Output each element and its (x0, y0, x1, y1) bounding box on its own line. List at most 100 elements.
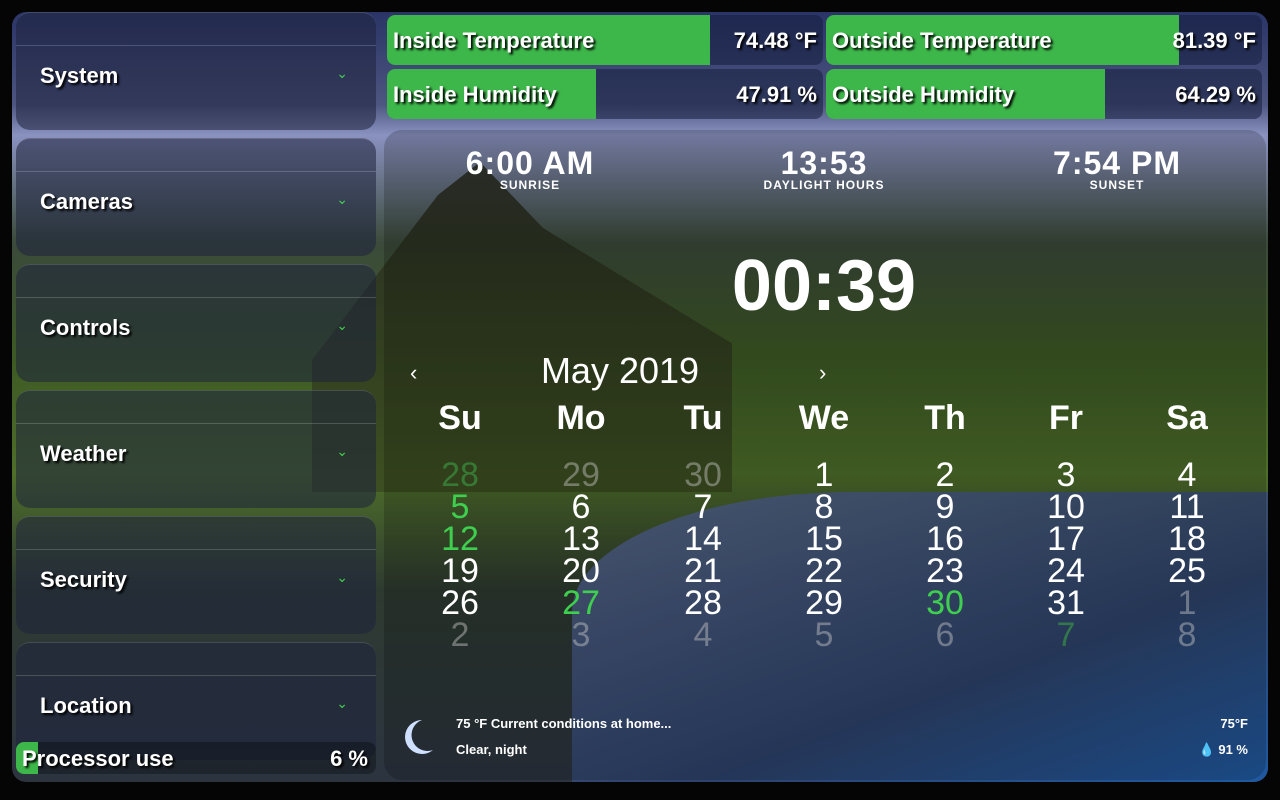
calendar-day[interactable]: 26 (410, 586, 510, 620)
calendar-day[interactable]: 7 (1016, 618, 1116, 652)
chevron-down-icon: ⌄ (336, 317, 348, 333)
sidebar-item-label: System (40, 63, 119, 88)
calendar-day[interactable]: 13 (531, 522, 631, 556)
chevron-down-icon: ⌄ (336, 191, 348, 207)
calendar-day[interactable]: 6 (895, 618, 995, 652)
calendar-day[interactable]: 16 (895, 522, 995, 556)
sunset: 7:54 PM SUNSET (997, 145, 1237, 192)
divider (16, 423, 376, 424)
calendar-day[interactable]: 3 (531, 618, 631, 652)
calendar-day[interactable]: 22 (774, 554, 874, 588)
sidebar-item-security[interactable]: Security ⌄ (16, 516, 376, 634)
chevron-down-icon: ⌄ (336, 695, 348, 711)
chevron-down-icon: ⌄ (336, 569, 348, 585)
weather-humidity: 💧 91 % (1199, 742, 1248, 758)
calendar-day[interactable]: 30 (653, 458, 753, 492)
weekday-header: Mo (556, 399, 606, 437)
sensor-value: 64.29 % (1175, 82, 1256, 107)
calendar-day[interactable]: 8 (1137, 618, 1237, 652)
calendar-day[interactable]: 5 (774, 618, 874, 652)
sunrise-time: 6:00 AM (465, 145, 595, 181)
next-month-button[interactable]: › (819, 360, 826, 386)
sensor-outside-humidity[interactable]: Outside Humidity 64.29 % (826, 69, 1262, 119)
calendar-day[interactable]: 15 (774, 522, 874, 556)
calendar-day[interactable]: 30 (895, 586, 995, 620)
daylight: 13:53 DAYLIGHT HOURS (704, 145, 944, 192)
calendar-day[interactable]: 28 (410, 458, 510, 492)
sidebar-item-cameras[interactable]: Cameras ⌄ (16, 138, 376, 256)
calendar-day[interactable]: 8 (774, 490, 874, 524)
calendar-day[interactable]: 4 (653, 618, 753, 652)
calendar-day[interactable]: 4 (1137, 458, 1237, 492)
calendar-day[interactable]: 2 (410, 618, 510, 652)
calendar-day[interactable]: 28 (653, 586, 753, 620)
calendar-day[interactable]: 10 (1016, 490, 1116, 524)
weather-temp: 75°F (1220, 716, 1248, 731)
calendar-day[interactable]: 18 (1137, 522, 1237, 556)
sensor-name: Outside Temperature (832, 28, 1052, 53)
daylight-label: DAYLIGHT HOURS (763, 178, 885, 192)
weather-card[interactable]: 75 °F Current conditions at home... Clea… (400, 712, 1260, 762)
sidebar-item-label: Controls (40, 315, 131, 340)
processor-value: 6 % (330, 746, 368, 771)
calendar-day[interactable]: 3 (1016, 458, 1116, 492)
calendar-month: May 2019 (540, 350, 700, 391)
sidebar-item-weather[interactable]: Weather ⌄ (16, 390, 376, 508)
divider (16, 297, 376, 298)
moon-icon (405, 720, 433, 754)
sidebar-item-system[interactable]: System ⌄ (16, 12, 376, 130)
sidebar-item-controls[interactable]: Controls ⌄ (16, 264, 376, 382)
calendar-day[interactable]: 12 (410, 522, 510, 556)
main-panel (384, 130, 1266, 780)
calendar-day[interactable]: 11 (1137, 490, 1237, 524)
divider (16, 45, 376, 46)
calendar-day[interactable]: 25 (1137, 554, 1237, 588)
prev-month-button[interactable]: ‹ (410, 360, 417, 386)
chevron-down-icon: ⌄ (336, 443, 348, 459)
calendar-day[interactable]: 17 (1016, 522, 1116, 556)
sunrise: 6:00 AM SUNRISE (410, 145, 650, 192)
weather-state: Clear, night (456, 742, 527, 757)
sensor-inside-temperature[interactable]: Inside Temperature 74.48 °F (387, 15, 823, 65)
humidity-value: 91 % (1218, 742, 1248, 757)
calendar-day[interactable]: 31 (1016, 586, 1116, 620)
calendar-day[interactable]: 27 (531, 586, 631, 620)
calendar-day[interactable]: 24 (1016, 554, 1116, 588)
calendar-day[interactable]: 23 (895, 554, 995, 588)
weekday-header: Su (438, 399, 482, 437)
calendar-day[interactable]: 1 (1137, 586, 1237, 620)
divider (16, 675, 376, 676)
sunset-time: 7:54 PM (1053, 145, 1181, 181)
calendar-day[interactable]: 1 (774, 458, 874, 492)
sensor-outside-temperature[interactable]: Outside Temperature 81.39 °F (826, 15, 1262, 65)
weekday-header: Th (924, 399, 966, 437)
chevron-down-icon: ⌄ (336, 65, 348, 81)
weekday-header: Tu (683, 399, 723, 437)
processor-use-bar: Processor use 6 % (16, 742, 376, 774)
calendar-day[interactable]: 5 (410, 490, 510, 524)
calendar-day[interactable]: 19 (410, 554, 510, 588)
droplet-icon: 💧 (1198, 742, 1215, 757)
calendar-day[interactable]: 20 (531, 554, 631, 588)
calendar-day[interactable]: 29 (531, 458, 631, 492)
calendar-day[interactable]: 6 (531, 490, 631, 524)
sunrise-label: SUNRISE (499, 178, 561, 192)
sensor-name: Inside Temperature (393, 28, 595, 53)
processor-label: Processor use (22, 746, 174, 771)
sensor-value: 81.39 °F (1172, 28, 1256, 53)
calendar-day[interactable]: 7 (653, 490, 753, 524)
sensor-name: Outside Humidity (832, 82, 1015, 107)
sensor-name: Inside Humidity (393, 82, 557, 107)
sensor-value: 74.48 °F (733, 28, 817, 53)
divider (16, 171, 376, 172)
sensor-inside-humidity[interactable]: Inside Humidity 47.91 % (387, 69, 823, 119)
clock: 00:39 (731, 246, 917, 326)
calendar-day[interactable]: 9 (895, 490, 995, 524)
calendar-day[interactable]: 21 (653, 554, 753, 588)
calendar-day[interactable]: 14 (653, 522, 753, 556)
daylight-hours: 13:53 (780, 145, 868, 181)
calendar-day[interactable]: 2 (895, 458, 995, 492)
sidebar-item-label: Weather (40, 441, 127, 466)
sunset-label: SUNSET (1089, 178, 1145, 192)
calendar-day[interactable]: 29 (774, 586, 874, 620)
